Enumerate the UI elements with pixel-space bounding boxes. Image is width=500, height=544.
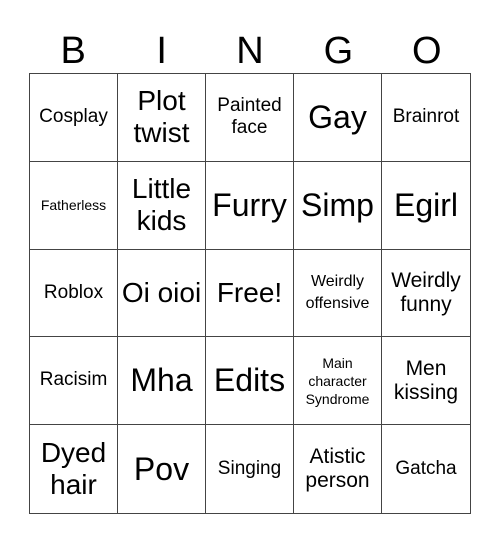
bingo-cell[interactable]: Weirdly offensive bbox=[294, 249, 382, 338]
bingo-cell[interactable]: Free! bbox=[206, 249, 294, 338]
bingo-cell[interactable]: Men kissing bbox=[382, 337, 470, 426]
header-letter-b: B bbox=[60, 30, 86, 72]
bingo-cell[interactable]: Weirdly funny bbox=[382, 250, 470, 338]
bingo-cell[interactable]: Pov bbox=[118, 425, 206, 513]
bingo-cell[interactable]: Fatherless bbox=[30, 161, 118, 250]
bingo-grid: Cosplay Plot twist Painted face Gay Brai… bbox=[29, 73, 471, 514]
bingo-cell[interactable]: Singing bbox=[206, 425, 294, 513]
bingo-cell[interactable]: Simp bbox=[294, 161, 382, 250]
bingo-cell[interactable]: Edits bbox=[206, 337, 294, 426]
bingo-cell[interactable]: Main character Syndrome bbox=[294, 337, 382, 426]
bingo-cell[interactable]: Plot twist bbox=[118, 74, 206, 162]
bingo-cell[interactable]: Furry bbox=[206, 161, 294, 250]
bingo-cell[interactable]: Cosplay bbox=[30, 74, 118, 162]
bingo-cell[interactable]: Mha bbox=[118, 337, 206, 426]
header-letter-n: N bbox=[236, 30, 264, 72]
bingo-cell[interactable]: Oi oioi bbox=[118, 249, 206, 338]
bingo-header: B I N G O bbox=[29, 30, 471, 72]
bingo-cell[interactable]: Gay bbox=[294, 74, 382, 162]
bingo-cell[interactable]: Painted face bbox=[206, 74, 294, 162]
bingo-cell[interactable]: Brainrot bbox=[382, 74, 470, 162]
bingo-cell[interactable]: Egirl bbox=[382, 162, 470, 250]
bingo-cell[interactable]: Dyed hair bbox=[30, 425, 118, 513]
header-letter-i: I bbox=[156, 30, 167, 72]
header-letter-o: O bbox=[412, 30, 442, 72]
bingo-cell[interactable]: Little kids bbox=[118, 161, 206, 250]
bingo-cell[interactable]: Atistic person bbox=[294, 425, 382, 513]
bingo-cell[interactable]: Gatcha bbox=[382, 425, 470, 513]
bingo-cell[interactable]: Roblox bbox=[30, 249, 118, 338]
bingo-cell[interactable]: Racisim bbox=[30, 337, 118, 426]
header-letter-g: G bbox=[323, 30, 354, 72]
